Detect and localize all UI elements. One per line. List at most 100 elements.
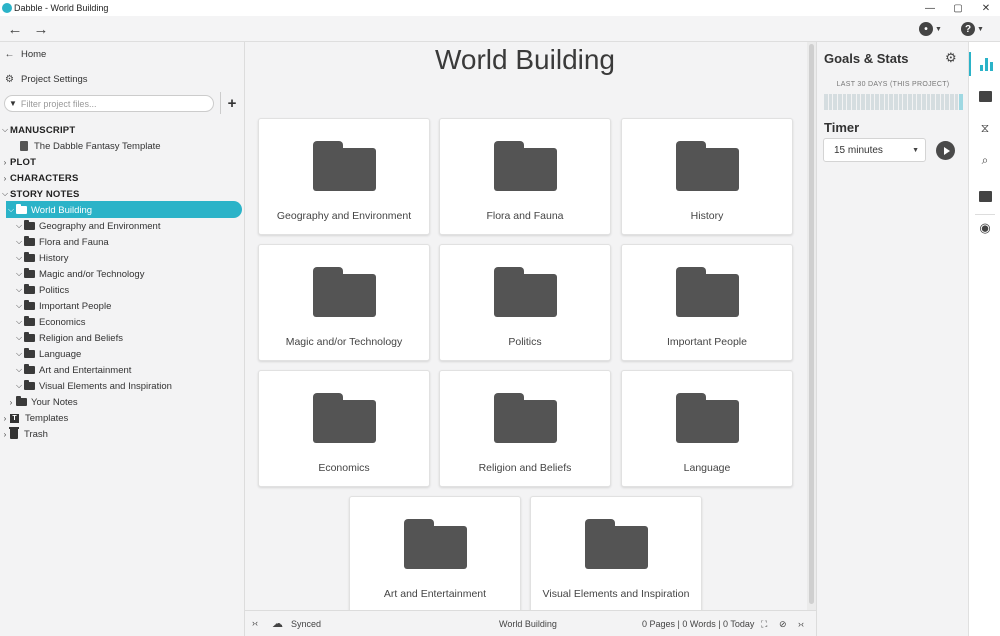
folder-card[interactable]: Geography and Environment bbox=[258, 118, 430, 235]
chevron-down-icon: ⌵ bbox=[15, 349, 23, 358]
tree-item[interactable]: ⌵ Magic and/or Technology bbox=[14, 266, 144, 282]
comments-tab[interactable] bbox=[969, 184, 1000, 208]
tree-item-your-notes[interactable]: › Your Notes bbox=[6, 394, 78, 410]
folder-icon bbox=[313, 267, 376, 317]
folder-card[interactable]: Visual Elements and Inspiration bbox=[530, 496, 702, 613]
play-timer-button[interactable] bbox=[936, 141, 955, 160]
folder-card[interactable]: Politics bbox=[439, 244, 611, 361]
tree-item[interactable]: ⌵ History bbox=[14, 250, 69, 266]
tree-item[interactable]: ⌵ Economics bbox=[14, 314, 85, 330]
section-story-notes[interactable]: ⌵ STORY NOTES bbox=[0, 186, 80, 202]
folder-icon bbox=[494, 141, 557, 191]
account-circle-icon: • bbox=[919, 22, 933, 36]
minimize-button[interactable]: — bbox=[916, 0, 944, 16]
divider bbox=[975, 214, 995, 215]
tree-item[interactable]: ⌵ Art and Entertainment bbox=[14, 362, 131, 378]
title-bar: Dabble - World Building — ▢ ✕ bbox=[0, 0, 1000, 16]
tree-item-trash[interactable]: › Trash bbox=[0, 426, 48, 442]
folder-icon bbox=[24, 316, 35, 326]
stats-tab[interactable] bbox=[969, 52, 1000, 76]
search-tab[interactable]: ⌕ bbox=[969, 148, 1000, 172]
folder-card[interactable]: Religion and Beliefs bbox=[439, 370, 611, 487]
plus-icon: + bbox=[227, 94, 237, 112]
folder-icon bbox=[24, 268, 35, 278]
chevron-down-icon: ▼ bbox=[977, 25, 984, 33]
hide-icon[interactable]: ⊘ bbox=[779, 619, 787, 630]
tree-item[interactable]: ⌵ Politics bbox=[14, 282, 69, 298]
toolbar: ← → • ▼ ? ▼ bbox=[0, 16, 1000, 42]
section-plot[interactable]: › PLOT bbox=[0, 154, 36, 170]
folder-icon bbox=[494, 267, 557, 317]
history-tab[interactable]: ⧖ bbox=[969, 116, 1000, 140]
card-label: Politics bbox=[508, 336, 542, 348]
arrow-right-icon: → bbox=[33, 20, 49, 38]
section-characters[interactable]: › CHARACTERS bbox=[0, 170, 79, 186]
back-button[interactable]: ← bbox=[5, 20, 25, 38]
fullscreen-icon[interactable]: ⛶ bbox=[761, 619, 767, 630]
folder-icon bbox=[494, 393, 557, 443]
chevron-down-icon: ⌵ bbox=[15, 285, 23, 294]
chevron-down-icon: ⌵ bbox=[1, 189, 9, 198]
card-label: History bbox=[690, 210, 724, 222]
maximize-button[interactable]: ▢ bbox=[944, 0, 972, 16]
chevron-down-icon: ⌵ bbox=[15, 237, 23, 246]
collapse-sidebar-icon[interactable]: ›‹ bbox=[252, 618, 258, 628]
folder-icon bbox=[24, 252, 35, 262]
preview-tab[interactable]: ◉ bbox=[969, 216, 1000, 240]
word-counts: 0 Pages | 0 Words | 0 Today bbox=[642, 619, 755, 629]
tree-item-templates[interactable]: › T Templates bbox=[0, 410, 69, 426]
project-settings-link[interactable]: ⚙ Project Settings bbox=[4, 71, 88, 87]
section-manuscript[interactable]: ⌵ MANUSCRIPT bbox=[0, 122, 75, 138]
tree-item[interactable]: ⌵ Religion and Beliefs bbox=[14, 330, 123, 346]
card-label: Visual Elements and Inspiration bbox=[542, 588, 690, 600]
folder-card[interactable]: Magic and/or Technology bbox=[258, 244, 430, 361]
tree-item-dabble-fantasy-template[interactable]: The Dabble Fantasy Template bbox=[20, 138, 161, 154]
tree-item-world-building[interactable]: ⌵ World Building bbox=[6, 202, 92, 218]
folder-card[interactable]: History bbox=[621, 118, 793, 235]
collapse-panel-icon[interactable]: ›‹ bbox=[798, 619, 804, 629]
stats-period-label: LAST 30 DAYS (THIS PROJECT) bbox=[836, 81, 950, 88]
add-item-button[interactable]: + bbox=[225, 94, 239, 112]
chevron-down-icon: ⌵ bbox=[15, 381, 23, 390]
folder-card[interactable]: Art and Entertainment bbox=[349, 496, 521, 613]
folder-icon bbox=[24, 236, 35, 246]
folder-card[interactable]: Language bbox=[621, 370, 793, 487]
close-button[interactable]: ✕ bbox=[972, 0, 1000, 16]
tree-item[interactable]: ⌵ Flora and Fauna bbox=[14, 234, 109, 250]
history-icon: ⧖ bbox=[980, 120, 990, 135]
forward-button[interactable]: → bbox=[31, 20, 51, 38]
main-scrollbar[interactable] bbox=[807, 42, 816, 610]
tree-item[interactable]: ⌵ Important People bbox=[14, 298, 111, 314]
scrollbar-thumb[interactable] bbox=[809, 44, 814, 604]
filter-input[interactable] bbox=[20, 98, 201, 109]
tree-item[interactable]: ⌵ Visual Elements and Inspiration bbox=[14, 378, 172, 394]
help-menu-button[interactable]: ? ▼ bbox=[961, 19, 984, 39]
chevron-right-icon: › bbox=[9, 397, 13, 407]
folder-card[interactable]: Flora and Fauna bbox=[439, 118, 611, 235]
status-bar: ›‹ ☁ Synced World Building 0 Pages | 0 W… bbox=[245, 610, 816, 636]
filter-field[interactable]: ▼ bbox=[4, 95, 214, 112]
notes-tab[interactable] bbox=[969, 84, 1000, 108]
tree-item[interactable]: ⌵ Geography and Environment bbox=[14, 218, 160, 234]
folder-icon bbox=[585, 519, 648, 569]
bar-chart-icon bbox=[979, 57, 993, 71]
gear-icon[interactable]: ⚙ bbox=[945, 50, 957, 66]
chevron-down-icon: ⌵ bbox=[1, 125, 9, 134]
sync-status: Synced bbox=[291, 619, 322, 629]
timer-duration-select[interactable]: 15 minutes ▼ bbox=[823, 138, 926, 162]
folder-icon bbox=[24, 220, 35, 230]
folder-icon bbox=[24, 332, 35, 342]
comment-off-icon bbox=[978, 190, 992, 202]
card-label: Geography and Environment bbox=[276, 210, 412, 222]
folder-card[interactable]: Important People bbox=[621, 244, 793, 361]
folder-icon bbox=[313, 393, 376, 443]
chevron-down-icon: ⌵ bbox=[15, 301, 23, 310]
account-menu-button[interactable]: • ▼ bbox=[919, 19, 942, 39]
tree-item[interactable]: ⌵ Language bbox=[14, 346, 81, 362]
chevron-down-icon: ▼ bbox=[912, 147, 919, 154]
eye-icon: ◉ bbox=[979, 220, 991, 235]
home-link[interactable]: ← Home bbox=[4, 46, 47, 62]
window-title: Dabble - World Building bbox=[14, 3, 109, 13]
folder-card[interactable]: Economics bbox=[258, 370, 430, 487]
chevron-right-icon: › bbox=[3, 157, 7, 167]
